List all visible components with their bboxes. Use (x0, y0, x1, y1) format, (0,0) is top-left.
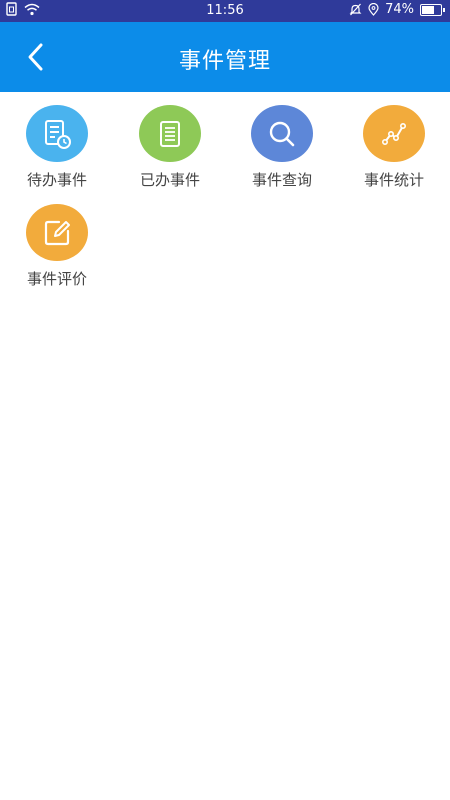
pending-circle (26, 105, 88, 162)
menu-item-pending-events[interactable]: 待办事件 (1, 92, 113, 190)
menu-item-done-events[interactable]: 已办事件 (114, 92, 226, 190)
document-icon (160, 120, 180, 147)
menu-item-label: 事件评价 (26, 270, 87, 288)
stats-circle (363, 105, 425, 162)
location-icon (368, 3, 379, 16)
edit-icon (44, 220, 70, 245)
app-header: 事件管理 (0, 22, 450, 92)
pending-document-icon (45, 119, 71, 149)
battery-fill (422, 5, 434, 14)
menu-item-label: 待办事件 (26, 171, 87, 189)
search-icon (269, 121, 295, 146)
menu-item-event-statistics[interactable]: 事件统计 (338, 92, 450, 190)
silent-bell-icon (349, 3, 362, 16)
battery-text: 74% (385, 2, 414, 17)
menu-item-label: 事件查询 (251, 171, 312, 189)
done-circle (139, 105, 201, 162)
page-title: 事件管理 (178, 49, 271, 74)
status-right-icons: 74% (349, 2, 445, 17)
battery-icon (420, 3, 445, 16)
line-chart-icon (382, 122, 406, 145)
menu-item-label: 事件统计 (363, 171, 424, 189)
evaluate-circle (26, 204, 88, 261)
screen: 11:56 74% 事件管理 待办事件 已办事件 事件查询 事件统计 事件评价 (0, 0, 450, 800)
menu-item-event-query[interactable]: 事件查询 (226, 92, 338, 190)
menu-item-event-evaluation[interactable]: 事件评价 (1, 191, 113, 289)
menu-item-label: 已办事件 (139, 171, 200, 189)
status-bar: 11:56 74% (0, 0, 450, 22)
query-circle (251, 105, 313, 162)
